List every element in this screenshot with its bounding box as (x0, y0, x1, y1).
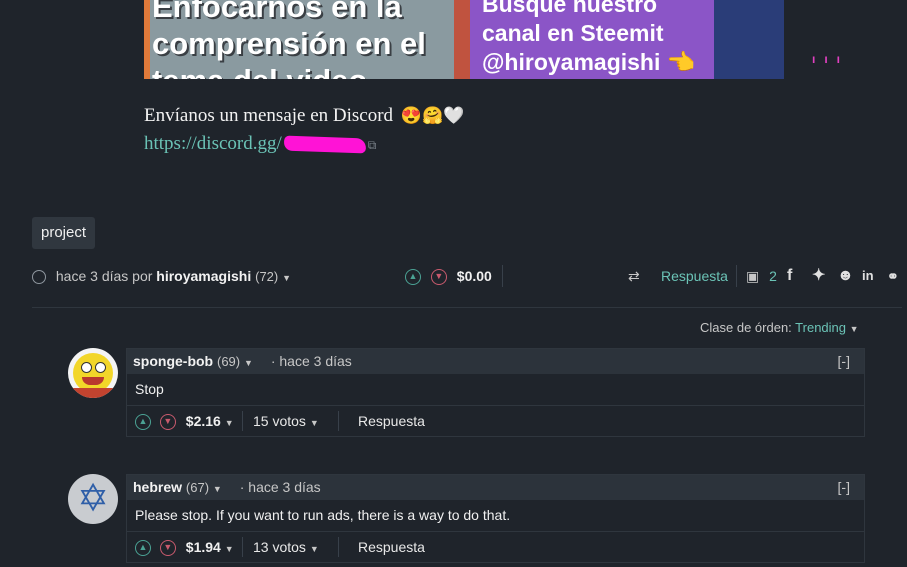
comment-body: Please stop. If you want to run ads, the… (127, 500, 864, 532)
post-vote-group: ▲ ▼ $0.00 (405, 265, 492, 287)
discord-message: Envíanos un mensaje en Discord 😍🤗🤍 (144, 105, 464, 127)
comment-count[interactable]: ▣ 2 (746, 265, 777, 287)
footer-divider (242, 411, 243, 431)
footer-divider (338, 411, 339, 431)
vote-count[interactable]: 13 votos (253, 539, 306, 555)
post-payout[interactable]: $0.00 (457, 268, 492, 284)
reblog-icon[interactable]: ⇄ (628, 265, 640, 287)
comment-author[interactable]: hebrew (133, 479, 182, 495)
spongebob-avatar[interactable] (68, 348, 118, 398)
comment-box: hebrew (67) ▼ · hace 3 días [-] Please s… (126, 474, 865, 563)
downvote-icon[interactable]: ▼ (159, 540, 176, 557)
post-time-text: hace 3 días (55, 268, 129, 284)
post-meta-bar: hace 3 días por hiroyamagishi (72) ▼ ▲ ▼… (32, 265, 902, 287)
reddit-icon[interactable]: ☻ (837, 265, 854, 287)
votes-dropdown-icon[interactable]: ▼ (310, 418, 319, 428)
meta-divider (502, 265, 503, 287)
comment-body: Stop (127, 374, 864, 406)
post-reply-link[interactable]: Respuesta (661, 265, 728, 287)
footer-divider (242, 537, 243, 557)
post-author[interactable]: hiroyamagishi (156, 268, 251, 284)
thumbnail-right-text: Busque nuestro canal en Steemit @hiroyam… (482, 0, 696, 75)
comment-payout[interactable]: $2.16 (186, 413, 221, 429)
comment-author-reputation: (69) (217, 354, 241, 369)
bullet: · (239, 479, 245, 495)
thumbnail-divider (454, 0, 470, 79)
star-of-david-avatar[interactable]: ✡ (68, 474, 118, 524)
linkedin-icon[interactable]: in (862, 265, 874, 287)
comment-time[interactable]: hace 3 días (248, 479, 320, 495)
meta-divider (736, 265, 737, 287)
section-divider (32, 307, 902, 308)
external-link-icon: ⧉ (367, 138, 377, 152)
thumbnail-edge (714, 0, 784, 79)
discord-link[interactable]: https://discord.gg/ ⧉ (144, 133, 376, 155)
thumbnail-right[interactable]: Busque nuestro canal en Steemit @hiroyam… (470, 0, 714, 79)
payout-dropdown-icon[interactable]: ▼ (225, 418, 234, 428)
comment-footer: ▲ ▼ $1.94 ▼ 13 votos ▼ Respuesta (127, 532, 864, 562)
link-icon[interactable]: ⚭ (887, 265, 899, 287)
thumbnail-stripe (144, 0, 150, 79)
vote-count[interactable]: 15 votos (253, 413, 306, 429)
emoji-group: 😍🤗🤍 (400, 106, 465, 125)
votes-dropdown-icon[interactable]: ▼ (310, 544, 319, 554)
sort-dropdown-icon[interactable]: ▼ (850, 324, 859, 334)
downvote-icon[interactable]: ▼ (430, 269, 447, 286)
video-thumbnails: Enfocarnos en la comprensión en el tema … (144, 0, 784, 79)
decorative-marks: ııı (812, 52, 850, 66)
collapse-toggle[interactable]: [-] (838, 475, 850, 500)
comment-author[interactable]: sponge-bob (133, 353, 213, 369)
by-text: por (132, 268, 153, 284)
author-dropdown-icon[interactable]: ▼ (213, 484, 222, 494)
sort-value[interactable]: Trending (795, 320, 846, 335)
comment-count-text: 2 (769, 268, 777, 284)
comment-header: hebrew (67) ▼ · hace 3 días [-] (127, 475, 864, 500)
star-of-david-icon: ✡ (77, 478, 109, 520)
upvote-icon[interactable]: ▲ (135, 540, 151, 557)
thumbnail-left-text: Enfocarnos en la comprensión en el tema … (152, 0, 426, 79)
footer-divider (338, 537, 339, 557)
twitter-icon[interactable]: ✦ (812, 265, 825, 287)
post-time: hace 3 días por hiroyamagishi (72) ▼ (32, 265, 291, 289)
upvote-icon[interactable]: ▲ (135, 414, 151, 431)
author-dropdown-icon[interactable]: ▼ (244, 358, 253, 368)
reply-button[interactable]: Respuesta (358, 406, 425, 436)
comment-payout[interactable]: $1.94 (186, 539, 221, 555)
clock-icon (32, 270, 46, 285)
discord-message-text: Envíanos un mensaje en Discord (144, 105, 394, 126)
author-dropdown-icon[interactable]: ▼ (282, 273, 291, 283)
upvote-icon[interactable]: ▲ (405, 269, 421, 286)
sort-control[interactable]: Clase de órden: Trending ▼ (700, 320, 859, 335)
downvote-icon[interactable]: ▼ (159, 414, 176, 431)
comment-footer: ▲ ▼ $2.16 ▼ 15 votos ▼ Respuesta (127, 406, 864, 436)
redaction-mark (283, 135, 366, 154)
comment-time[interactable]: hace 3 días (279, 353, 351, 369)
comment-header: sponge-bob (69) ▼ · hace 3 días [-] (127, 349, 864, 374)
bullet: · (270, 353, 276, 369)
payout-dropdown-icon[interactable]: ▼ (225, 544, 234, 554)
thumbnail-left[interactable]: Enfocarnos en la comprensión en el tema … (144, 0, 454, 79)
comments-icon: ▣ (746, 268, 760, 284)
comment-box: sponge-bob (69) ▼ · hace 3 días [-] Stop… (126, 348, 865, 437)
post-author-reputation: (72) (255, 269, 279, 284)
comment-author-reputation: (67) (185, 480, 210, 495)
sort-label: Clase de órden: (700, 320, 792, 335)
tag-project[interactable]: project (32, 217, 96, 249)
facebook-icon[interactable]: f (787, 265, 792, 287)
collapse-toggle[interactable]: [-] (838, 349, 850, 374)
reply-button[interactable]: Respuesta (358, 532, 425, 562)
discord-link-text[interactable]: https://discord.gg/ (144, 133, 282, 154)
